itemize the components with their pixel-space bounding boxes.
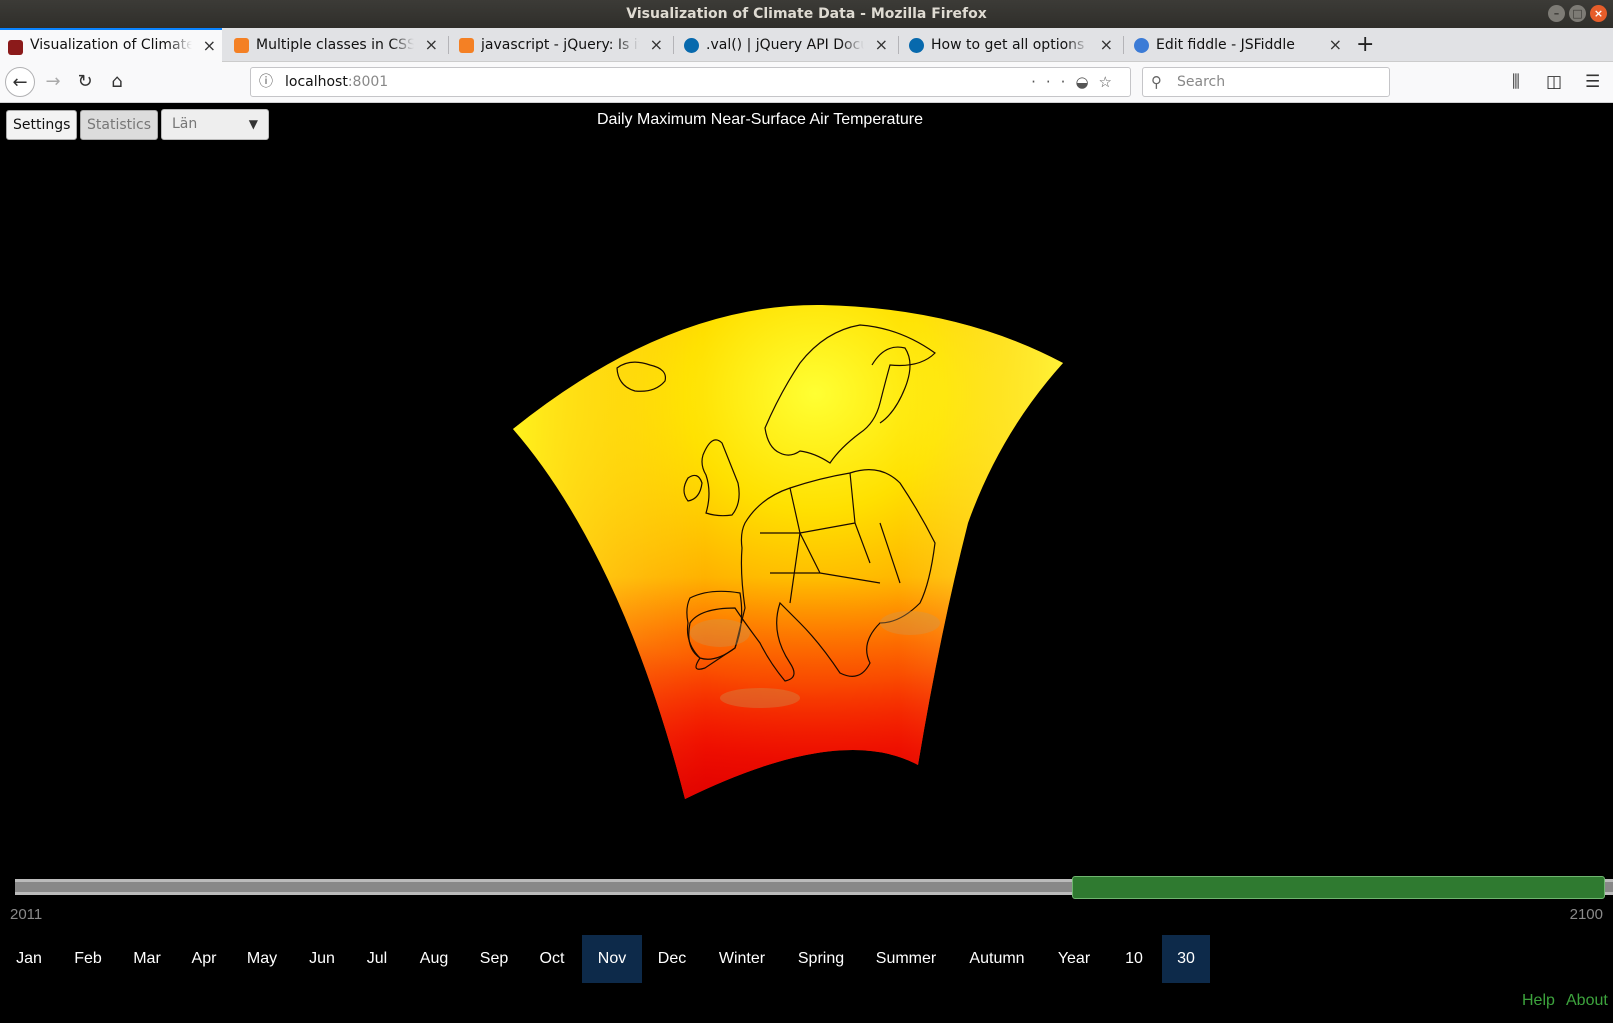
search-field[interactable]: ⚲ Search <box>1142 67 1390 97</box>
reload-icon[interactable]: ↻ <box>70 67 100 97</box>
forward-arrow-icon[interactable]: → <box>38 67 68 97</box>
minimize-icon[interactable]: – <box>1548 5 1565 22</box>
tab-separator <box>1123 36 1124 54</box>
tab-separator <box>898 36 899 54</box>
close-tab-icon[interactable]: × <box>1329 28 1342 62</box>
period-30[interactable]: 30 <box>1162 935 1210 983</box>
search-placeholder: Search <box>1177 74 1226 90</box>
jsfiddle-favicon-icon <box>1134 38 1149 53</box>
period-autumn[interactable]: Autumn <box>952 935 1042 983</box>
maximize-icon[interactable]: □ <box>1569 5 1586 22</box>
period-aug[interactable]: Aug <box>402 935 466 983</box>
menu-icon[interactable]: ☰ <box>1585 67 1600 97</box>
jquery-favicon-icon <box>909 38 924 53</box>
timeline-end-year: 2100 <box>1569 906 1603 923</box>
more-actions-icon[interactable]: ··· <box>1031 73 1075 91</box>
close-tab-icon[interactable]: × <box>425 28 438 62</box>
tab-climate[interactable]: Visualization of Climate Data × <box>0 28 222 62</box>
period-oct[interactable]: Oct <box>522 935 582 983</box>
period-spring[interactable]: Spring <box>782 935 860 983</box>
temperature-field <box>513 304 1063 799</box>
bookmark-star-icon[interactable]: ☆ <box>1099 73 1122 91</box>
close-tab-icon[interactable]: × <box>203 30 216 61</box>
about-link[interactable]: About <box>1566 992 1608 1010</box>
close-window-icon[interactable]: × <box>1590 5 1607 22</box>
site-info-icon[interactable]: ⓘ <box>259 68 273 96</box>
period-nov[interactable]: Nov <box>582 935 642 983</box>
period-year[interactable]: Year <box>1042 935 1106 983</box>
page-content: Settings Statistics Län ▼ Daily Maximum … <box>0 103 1613 1023</box>
tab-separator <box>448 36 449 54</box>
tab-jsfiddle[interactable]: Edit fiddle - JSFiddle × <box>1126 28 1348 62</box>
page-actions: ···◒☆ <box>1031 68 1122 96</box>
tab-jquery-question[interactable]: javascript - jQuery: Is it possible × <box>451 28 669 62</box>
url-text: localhost:8001 <box>285 74 389 90</box>
close-tab-icon[interactable]: × <box>650 28 663 62</box>
tab-separator <box>673 36 674 54</box>
back-arrow-icon[interactable]: ← <box>5 67 35 97</box>
tab-options-values[interactable]: How to get all options values × <box>901 28 1119 62</box>
period-dec[interactable]: Dec <box>642 935 702 983</box>
window-title: Visualization of Climate Data - Mozilla … <box>626 6 987 22</box>
period-sep[interactable]: Sep <box>466 935 522 983</box>
window-titlebar: Visualization of Climate Data - Mozilla … <box>0 0 1613 28</box>
period-apr[interactable]: Apr <box>176 935 232 983</box>
window-controls: – □ × <box>1548 5 1607 22</box>
map-title: Daily Maximum Near-Surface Air Temperatu… <box>596 111 924 128</box>
stackoverflow-favicon-icon <box>459 38 474 53</box>
period-10[interactable]: 10 <box>1106 935 1162 983</box>
period-jun[interactable]: Jun <box>292 935 352 983</box>
sidebar-icon[interactable]: ◫ <box>1546 67 1562 97</box>
library-icon[interactable]: ⫼ <box>1512 67 1520 97</box>
jquery-favicon-icon <box>684 38 699 53</box>
url-bar[interactable]: ⓘ localhost:8001 ···◒☆ <box>250 67 1131 97</box>
period-feb[interactable]: Feb <box>58 935 118 983</box>
close-tab-icon[interactable]: × <box>875 28 888 62</box>
pocket-icon[interactable]: ◒ <box>1075 73 1098 91</box>
tab-jquery-val[interactable]: .val() | jQuery API Documentation × <box>676 28 894 62</box>
close-tab-icon[interactable]: × <box>1100 28 1113 62</box>
period-selector: Jan Feb Mar Apr May Jun Jul Aug Sep Oct Nov Dec Wint… <box>0 935 1210 983</box>
help-link[interactable]: Help <box>1522 992 1555 1010</box>
tab-css-selector[interactable]: Multiple classes in CSS Selector × <box>226 28 444 62</box>
home-icon[interactable]: ⌂ <box>102 67 132 97</box>
period-jan[interactable]: Jan <box>0 935 58 983</box>
timeline-start-year: 2011 <box>10 906 43 923</box>
period-summer[interactable]: Summer <box>860 935 952 983</box>
stackoverflow-favicon-icon <box>234 38 249 53</box>
climate-favicon-icon <box>8 40 23 55</box>
period-winter[interactable]: Winter <box>702 935 782 983</box>
search-icon: ⚲ <box>1151 73 1162 91</box>
new-tab-icon[interactable]: + <box>1356 28 1374 62</box>
timeline-range-handle[interactable] <box>1072 876 1605 899</box>
period-jul[interactable]: Jul <box>352 935 402 983</box>
period-may[interactable]: May <box>232 935 292 983</box>
navigation-toolbar: ← → ↻ ⌂ ⓘ localhost:8001 ···◒☆ ⚲ Search … <box>0 62 1613 103</box>
period-mar[interactable]: Mar <box>118 935 176 983</box>
